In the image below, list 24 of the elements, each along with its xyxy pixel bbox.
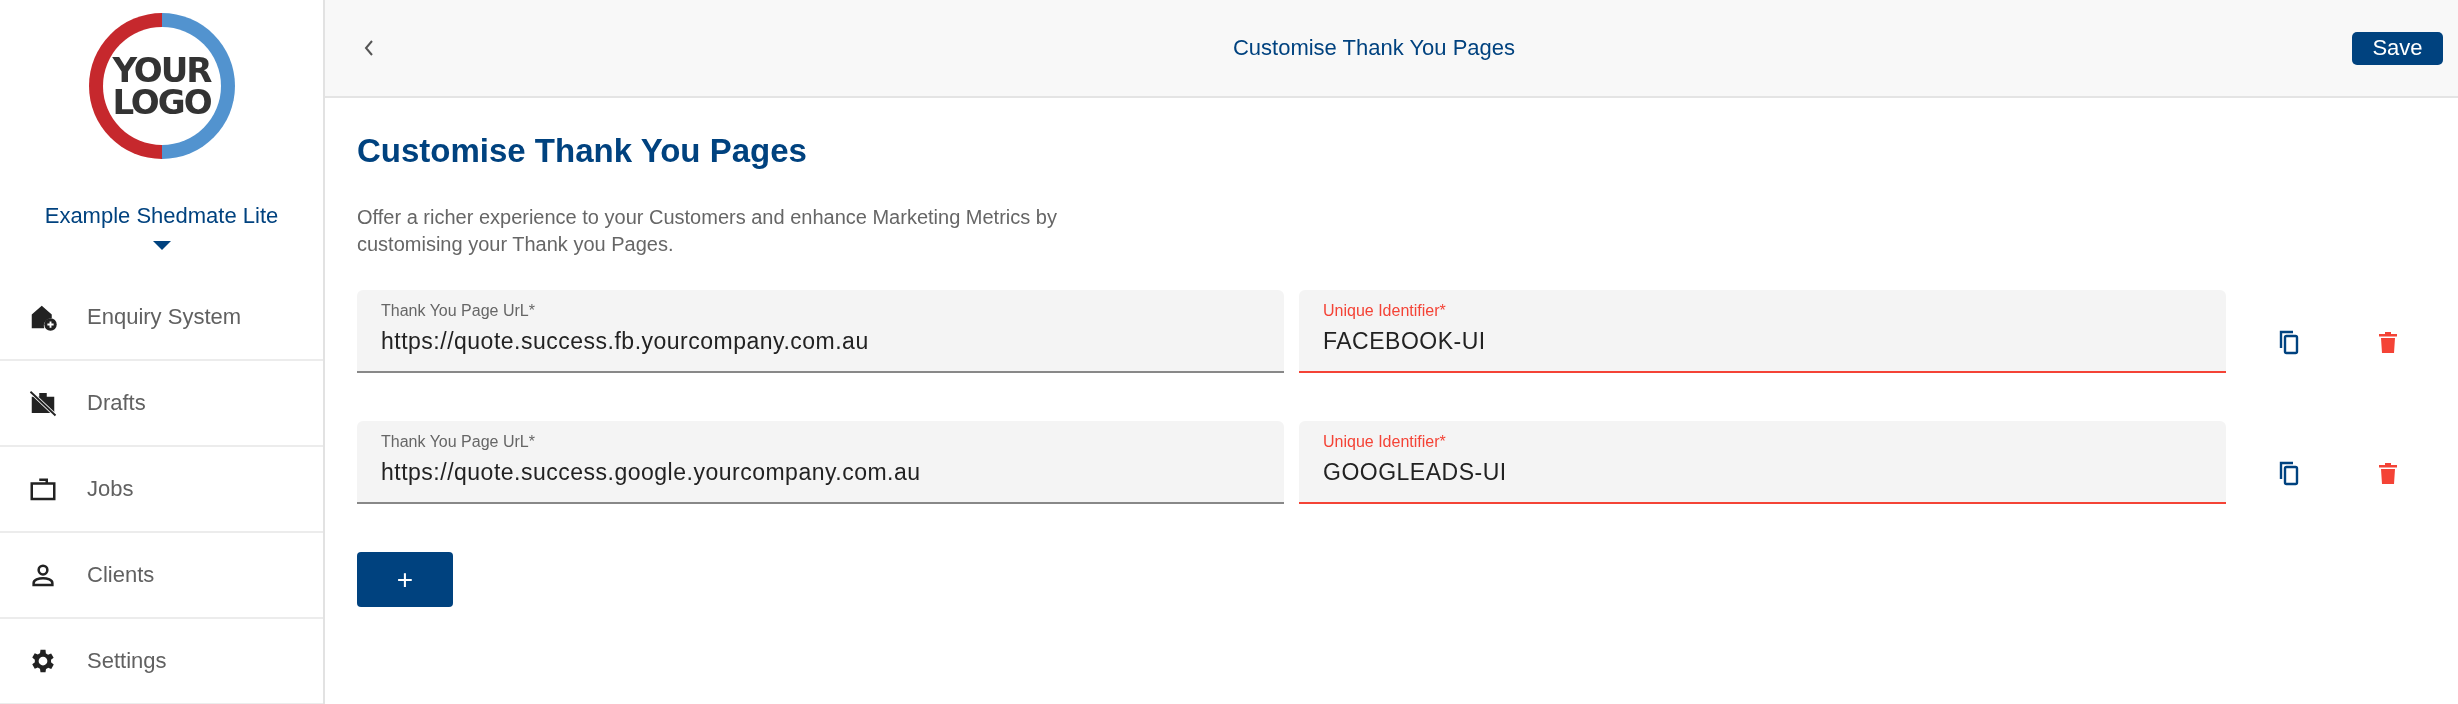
heading: Customise Thank You Pages [357, 132, 808, 170]
delete-icon[interactable] [2378, 461, 2398, 484]
nav-item[interactable]: Jobs [0, 447, 323, 533]
add-button[interactable]: + [357, 552, 453, 607]
input-field[interactable]: Thank You Page UrL* https://quote.success.fb.yourcompany.com.au [357, 290, 1284, 373]
input-field[interactable]: Unique Identifier* GOOGLEADS-UI [1299, 421, 2226, 504]
caret-icon[interactable] [152, 241, 171, 251]
nav-item[interactable]: Settings [0, 619, 323, 704]
input-field[interactable]: Thank You Page UrL* https://quote.success.google.yourcompany.com.au [357, 421, 1284, 504]
briefcase-off-icon [28, 388, 58, 418]
copy-icon[interactable] [2278, 328, 2300, 355]
company-name[interactable]: Example Shedmate Lite [0, 203, 323, 229]
nav-item[interactable]: Enquiry System [0, 275, 323, 361]
input-field[interactable]: Unique Identifier* FACEBOOK-UI [1299, 290, 2226, 373]
nav-item[interactable]: Clients [0, 533, 323, 619]
save-button[interactable]: Save [2352, 31, 2443, 65]
back-icon[interactable] [362, 38, 376, 58]
copy-icon[interactable] [2278, 459, 2300, 486]
page-title: Customise Thank You Pages [1231, 35, 1517, 61]
description: Offer a richer experience to your Customers and enhance Marketing Metrics by customising your Thank you Pages. [357, 205, 1058, 257]
nav-item[interactable]: Drafts [0, 361, 323, 447]
delete-icon[interactable] [2378, 330, 2398, 353]
logo-text: LOGO [112, 86, 211, 119]
logo-text: YOUR [112, 53, 211, 86]
